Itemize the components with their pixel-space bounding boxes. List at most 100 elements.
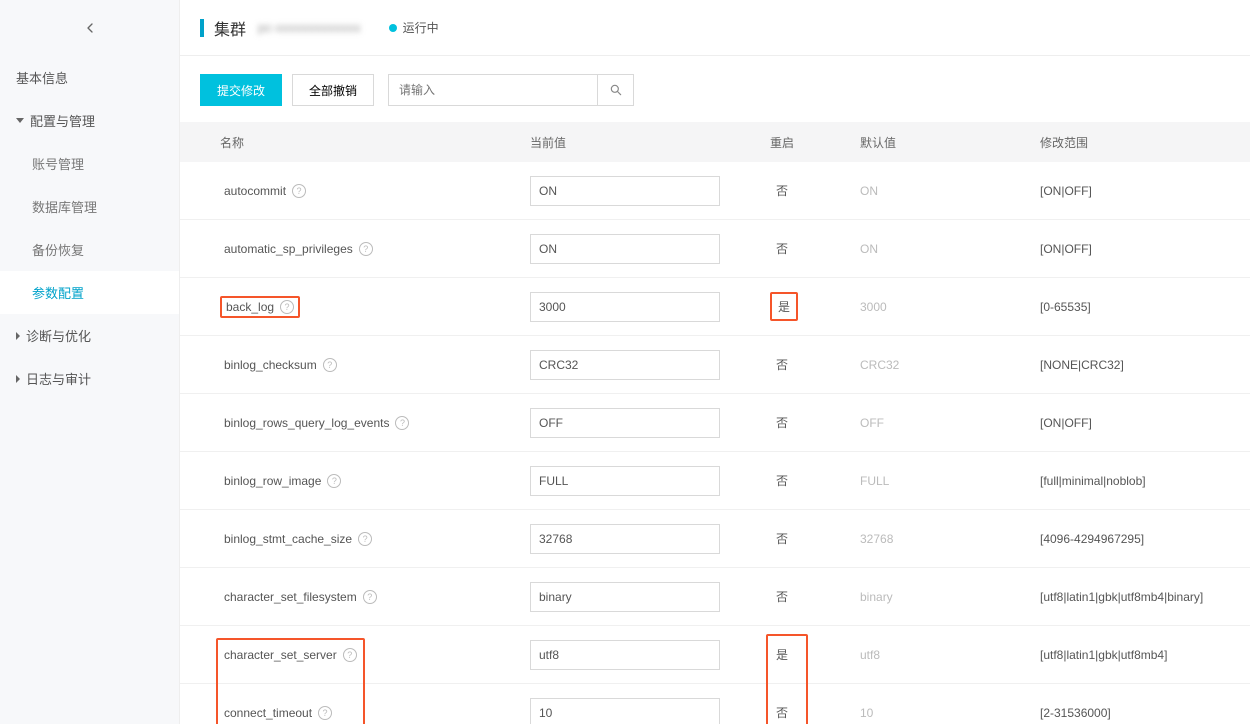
param-name-text: binlog_row_image (224, 474, 321, 488)
param-restart: 否 (770, 178, 794, 203)
col-header-name: 名称 (200, 134, 530, 151)
param-restart: 是 (770, 642, 794, 667)
param-range: [NONE|CRC32] (1040, 358, 1124, 372)
param-value-input[interactable] (530, 408, 720, 438)
main-content: 集群 pc-xxxxxxxxxxxxx 运行中 提交修改 全部撤销 名称 当前值… (180, 0, 1250, 724)
sidebar-item-0[interactable]: 基本信息 (0, 56, 179, 99)
param-default: 10 (860, 706, 873, 720)
search-button[interactable] (598, 74, 634, 106)
param-name-text: binlog_checksum (224, 358, 317, 372)
param-name: character_set_server? (220, 646, 361, 664)
param-value-input[interactable] (530, 292, 720, 322)
revert-all-button[interactable]: 全部撤销 (292, 74, 374, 106)
param-name: connect_timeout? (220, 704, 336, 722)
param-value-input[interactable] (530, 698, 720, 724)
param-name: binlog_checksum? (220, 356, 341, 374)
page-title: 集群 (214, 16, 246, 40)
col-header-range: 修改范围 (1040, 134, 1230, 151)
param-name-text: character_set_server (224, 648, 337, 662)
sidebar-item-1[interactable]: 配置与管理 (0, 99, 179, 142)
help-icon[interactable]: ? (327, 474, 341, 488)
sidebar: 基本信息配置与管理账号管理数据库管理备份恢复参数配置诊断与优化日志与审计 (0, 0, 180, 724)
sidebar-item-6[interactable]: 诊断与优化 (0, 314, 179, 357)
param-restart: 是 (770, 292, 798, 321)
status-text: 运行中 (403, 19, 439, 36)
submit-button[interactable]: 提交修改 (200, 74, 282, 106)
param-name-text: binlog_rows_query_log_events (224, 416, 389, 430)
param-name-text: binlog_stmt_cache_size (224, 532, 352, 546)
param-default: CRC32 (860, 358, 899, 372)
col-header-default: 默认值 (860, 134, 1040, 151)
table-row: binlog_row_image?否FULL[full|minimal|nobl… (180, 452, 1250, 510)
help-icon[interactable]: ? (292, 184, 306, 198)
param-range: [utf8|latin1|gbk|utf8mb4|binary] (1040, 590, 1203, 604)
help-icon[interactable]: ? (359, 242, 373, 256)
param-name: back_log? (220, 296, 300, 318)
caret-right-icon (16, 332, 20, 340)
caret-right-icon (16, 375, 20, 383)
param-range: [2-31536000] (1040, 706, 1111, 720)
help-icon[interactable]: ? (358, 532, 372, 546)
page-header: 集群 pc-xxxxxxxxxxxxx 运行中 (180, 0, 1250, 56)
param-value-input[interactable] (530, 234, 720, 264)
help-icon[interactable]: ? (343, 648, 357, 662)
header-accent-bar (200, 19, 204, 37)
param-value-input[interactable] (530, 176, 720, 206)
sidebar-item-3[interactable]: 数据库管理 (0, 185, 179, 228)
col-header-value: 当前值 (530, 134, 770, 151)
param-value-input[interactable] (530, 350, 720, 380)
param-restart: 否 (770, 584, 794, 609)
param-name-text: autocommit (224, 184, 286, 198)
param-name: automatic_sp_privileges? (220, 240, 377, 258)
help-icon[interactable]: ? (395, 416, 409, 430)
table-row: character_set_server?是utf8[utf8|latin1|g… (180, 626, 1250, 684)
param-name-text: character_set_filesystem (224, 590, 357, 604)
param-name: character_set_filesystem? (220, 588, 381, 606)
param-name: binlog_stmt_cache_size? (220, 530, 376, 548)
param-value-input[interactable] (530, 582, 720, 612)
param-restart: 否 (770, 526, 794, 551)
param-value-input[interactable] (530, 640, 720, 670)
param-range: [0-65535] (1040, 300, 1091, 314)
caret-down-icon (16, 118, 24, 123)
param-restart: 否 (770, 410, 794, 435)
param-range: [full|minimal|noblob] (1040, 474, 1146, 488)
table-header: 名称 当前值 重启 默认值 修改范围 (180, 122, 1250, 162)
table-row: connect_timeout?否10[2-31536000] (180, 684, 1250, 724)
param-restart: 否 (770, 236, 794, 261)
sidebar-item-4[interactable]: 备份恢复 (0, 228, 179, 271)
table-row: character_set_filesystem? 否 binary [utf8|la… (180, 568, 1250, 626)
table-row: binlog_rows_query_log_events?否OFF[ON|OFF… (180, 394, 1250, 452)
search-group (388, 74, 634, 106)
search-input[interactable] (388, 74, 598, 106)
param-range: [ON|OFF] (1040, 242, 1092, 256)
status-dot-icon (389, 24, 397, 32)
param-restart: 否 (770, 352, 794, 377)
param-range: [ON|OFF] (1040, 416, 1092, 430)
param-name-text: back_log (226, 300, 274, 314)
toolbar: 提交修改 全部撤销 (180, 56, 1250, 122)
param-name: binlog_row_image? (220, 472, 345, 490)
sidebar-item-5[interactable]: 参数配置 (0, 271, 179, 314)
cluster-id: pc-xxxxxxxxxxxxx (258, 20, 361, 35)
help-icon[interactable]: ? (280, 300, 294, 314)
table-row: automatic_sp_privileges? 否 ON [ON|OFF] (180, 220, 1250, 278)
param-default: utf8 (860, 648, 880, 662)
sidebar-item-2[interactable]: 账号管理 (0, 142, 179, 185)
param-name: binlog_rows_query_log_events? (220, 414, 413, 432)
param-default: ON (860, 242, 878, 256)
param-default: binary (860, 590, 893, 604)
col-header-restart: 重启 (770, 134, 860, 151)
param-value-input[interactable] (530, 524, 720, 554)
sidebar-item-label: 备份恢复 (32, 240, 84, 259)
sidebar-item-7[interactable]: 日志与审计 (0, 357, 179, 400)
sidebar-item-label: 参数配置 (32, 283, 84, 302)
param-restart: 否 (770, 468, 794, 493)
help-icon[interactable]: ? (318, 706, 332, 720)
help-icon[interactable]: ? (363, 590, 377, 604)
back-button[interactable] (0, 0, 179, 56)
param-value-input[interactable] (530, 466, 720, 496)
chevron-left-icon (82, 20, 98, 36)
table-row: binlog_stmt_cache_size?否32768[4096-42949… (180, 510, 1250, 568)
help-icon[interactable]: ? (323, 358, 337, 372)
